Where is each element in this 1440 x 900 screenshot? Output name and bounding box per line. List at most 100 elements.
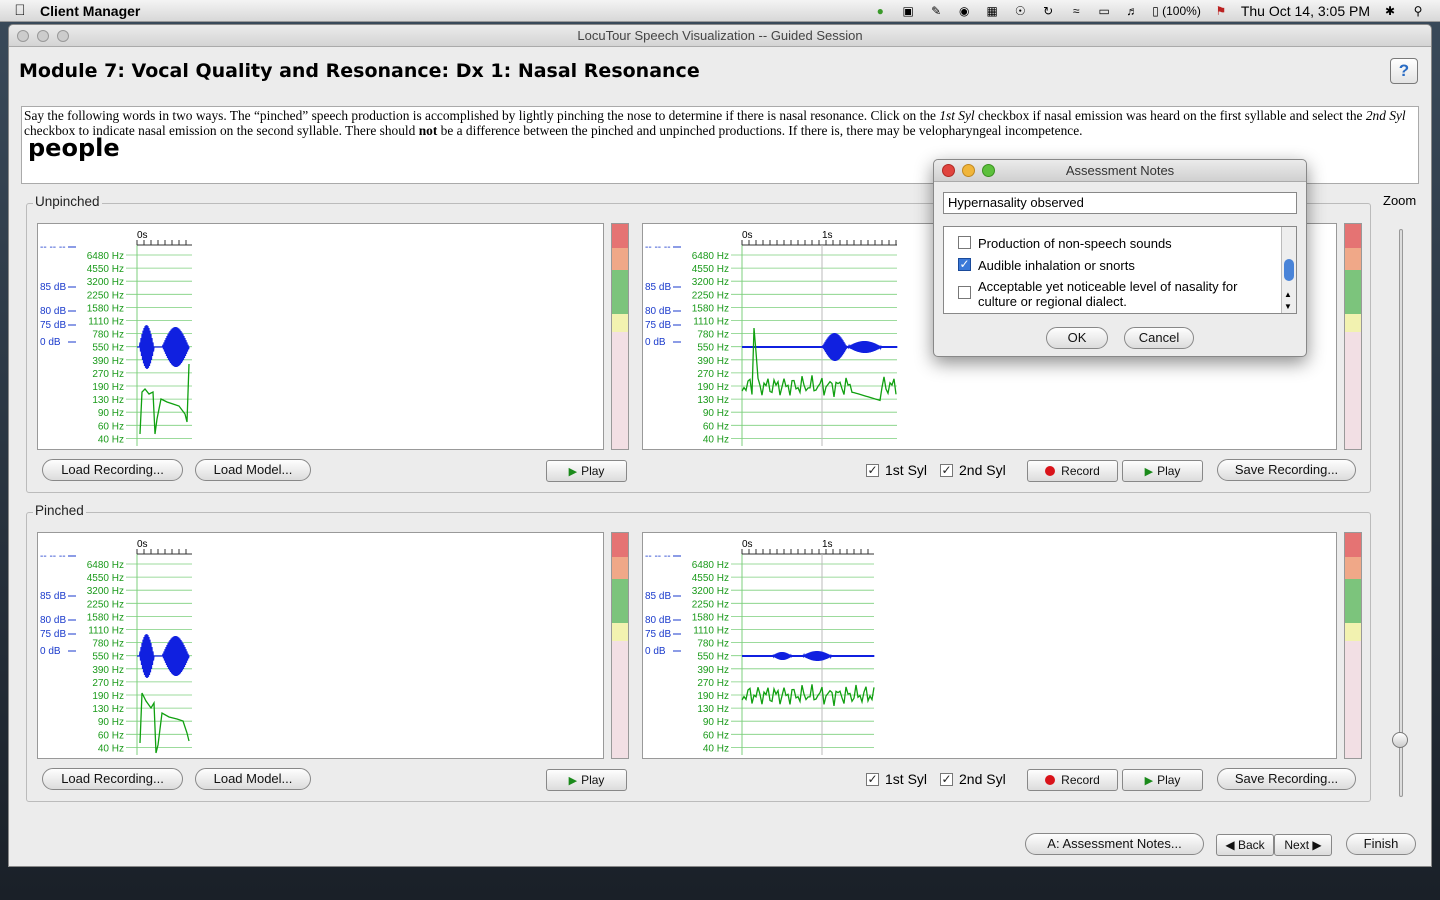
syl2-checkbox[interactable]: ✓ 2nd Syl	[940, 462, 1006, 478]
hz-label: 4550 Hz	[692, 264, 729, 275]
assessment-notes-button[interactable]: A: Assessment Notes...	[1025, 833, 1204, 855]
save-recording-button[interactable]: Save Recording...	[1217, 459, 1356, 481]
checkbox-box[interactable]	[958, 286, 971, 299]
bluetooth-icon[interactable]: ✱	[1382, 4, 1398, 18]
clock[interactable]: Thu Oct 14, 3:05 PM	[1241, 3, 1370, 19]
model-play-button[interactable]: ▶ Play	[546, 460, 627, 482]
accessibility-icon[interactable]: ☉	[1012, 4, 1028, 18]
db-label: 75 dB	[645, 320, 671, 331]
db-label: 0 dB	[40, 646, 61, 657]
volume-icon[interactable]: ♬	[1124, 4, 1140, 18]
zoom-window-button[interactable]	[57, 30, 69, 42]
record-label: Record	[1061, 464, 1100, 478]
time-label-0s: 0s	[137, 230, 148, 241]
hz-label: 40 Hz	[703, 743, 729, 754]
minimize-dialog-button[interactable]	[962, 164, 975, 177]
hz-label: 390 Hz	[697, 665, 729, 676]
play-icon: ▶	[1144, 466, 1154, 478]
hz-label: 130 Hz	[697, 704, 729, 715]
screen-icon[interactable]: ▣	[900, 4, 916, 18]
syl1-label: 1st Syl	[885, 462, 928, 478]
ok-button[interactable]: OK	[1046, 327, 1108, 349]
checkbox-box[interactable]: ✓	[940, 772, 953, 786]
flag-icon[interactable]: ⚑	[1213, 4, 1229, 18]
evernote-icon[interactable]: ●	[872, 4, 888, 18]
play-label: Play	[1157, 464, 1181, 478]
db-label: 0 dB	[645, 337, 666, 348]
spaces-icon[interactable]: ▦	[984, 4, 1000, 18]
db-label: 80 dB	[645, 306, 671, 317]
record-label: Record	[1061, 773, 1100, 787]
time-machine-icon[interactable]: ↻	[1040, 4, 1056, 18]
checkbox-box[interactable]	[958, 236, 971, 249]
instr-syl1: 1st Syl	[939, 108, 975, 123]
hz-label: 1110 Hz	[693, 317, 729, 328]
play-icon: ▶	[1144, 775, 1154, 787]
play-label: Play	[581, 464, 605, 478]
checkbox-box[interactable]: ✓	[866, 772, 879, 786]
cancel-button[interactable]: Cancel	[1124, 327, 1194, 349]
wrench-icon[interactable]: ✎	[928, 4, 944, 18]
battery-status[interactable]: ▯ (100%)	[1152, 4, 1201, 18]
next-button[interactable]: Next ▶	[1274, 834, 1332, 856]
zoom-slider-knob[interactable]	[1392, 732, 1408, 748]
notes-field[interactable]: Hypernasality observed	[943, 192, 1297, 214]
zoom-dialog-button[interactable]	[982, 164, 995, 177]
close-dialog-button[interactable]	[942, 164, 955, 177]
load-recording-button[interactable]: Load Recording...	[42, 768, 183, 790]
record-button[interactable]: Record	[1027, 460, 1118, 482]
window-titlebar: LocuTour Speech Visualization -- Guided …	[9, 25, 1431, 47]
checkbox-box[interactable]: ✓	[958, 258, 971, 271]
load-model-button[interactable]: Load Model...	[195, 459, 311, 481]
syl1-checkbox[interactable]: ✓ 1st Syl	[866, 462, 927, 478]
play-button[interactable]: ▶ Play	[1122, 460, 1203, 482]
hz-label: 40 Hz	[98, 434, 124, 445]
globe-icon[interactable]: ◉	[956, 4, 972, 18]
syl2-checkbox[interactable]: ✓ 2nd Syl	[940, 771, 1006, 787]
help-button[interactable]: ?	[1390, 58, 1418, 84]
load-recording-button[interactable]: Load Recording...	[42, 459, 183, 481]
notes-checklist[interactable]: Production of non-speech sounds ✓ Audible…	[943, 226, 1297, 314]
list-scrollbar[interactable]: ▲ ▼	[1281, 227, 1296, 313]
spotlight-icon[interactable]: ⚲	[1410, 4, 1426, 18]
menu-bar:  Client Manager ● ▣ ✎ ◉ ▦ ☉ ↻ ≈ ▭ ♬ ▯ (…	[0, 0, 1440, 22]
hz-label: 190 Hz	[92, 691, 124, 702]
back-button[interactable]: ◀ Back	[1216, 834, 1274, 856]
zoom-slider-track[interactable]	[1399, 229, 1403, 797]
recording-plot[interactable]: -- -- -- 85 dB 80 dB 75 dB 0 dB 6480 Hz 4550 H…	[642, 532, 1337, 759]
checkbox-box[interactable]: ✓	[866, 463, 879, 477]
hz-label: 3200 Hz	[87, 277, 124, 288]
scroll-up-icon[interactable]: ▲	[1284, 290, 1292, 299]
hz-label: 780 Hz	[92, 330, 124, 341]
model-level-meter	[611, 223, 629, 450]
pitch-trace	[139, 692, 190, 754]
checkbox-box[interactable]: ✓	[940, 463, 953, 477]
dialog-title: Assessment Notes	[1065, 163, 1175, 178]
close-window-button[interactable]	[17, 30, 29, 42]
load-model-button[interactable]: Load Model...	[195, 768, 311, 790]
list-item[interactable]: Production of non-speech sounds	[958, 236, 1172, 251]
scroll-down-icon[interactable]: ▼	[1284, 302, 1292, 311]
list-item[interactable]: ✓ Audible inhalation or snorts	[958, 258, 1135, 273]
model-play-button[interactable]: ▶ Play	[546, 769, 627, 791]
wifi-icon[interactable]: ≈	[1068, 4, 1084, 18]
syl1-checkbox[interactable]: ✓ 1st Syl	[866, 771, 927, 787]
apple-icon[interactable]: 	[0, 2, 40, 19]
db-label: 75 dB	[645, 629, 671, 640]
model-plot[interactable]: -- -- -- 85 dB 80 dB 75 dB 0 dB 6480 Hz 4550 H…	[37, 532, 604, 759]
hz-label: 130 Hz	[697, 395, 729, 406]
hz-label: 190 Hz	[697, 382, 729, 393]
scroll-thumb[interactable]	[1284, 259, 1294, 281]
display-icon[interactable]: ▭	[1096, 4, 1112, 18]
finish-button[interactable]: Finish	[1346, 833, 1416, 855]
app-name[interactable]: Client Manager	[40, 3, 140, 19]
save-recording-button[interactable]: Save Recording...	[1217, 768, 1356, 790]
record-icon	[1045, 466, 1056, 476]
hz-label: 390 Hz	[92, 356, 124, 367]
minimize-window-button[interactable]	[37, 30, 49, 42]
play-button[interactable]: ▶ Play	[1122, 769, 1203, 791]
list-item[interactable]: Acceptable yet noticeable level of nasal…	[958, 279, 1276, 309]
hz-label: 6480 Hz	[692, 560, 729, 571]
model-plot[interactable]: -- -- -- 85 dB 80 dB 75 dB 0 dB 6480 Hz 4550 H…	[37, 223, 604, 450]
record-button[interactable]: Record	[1027, 769, 1118, 791]
